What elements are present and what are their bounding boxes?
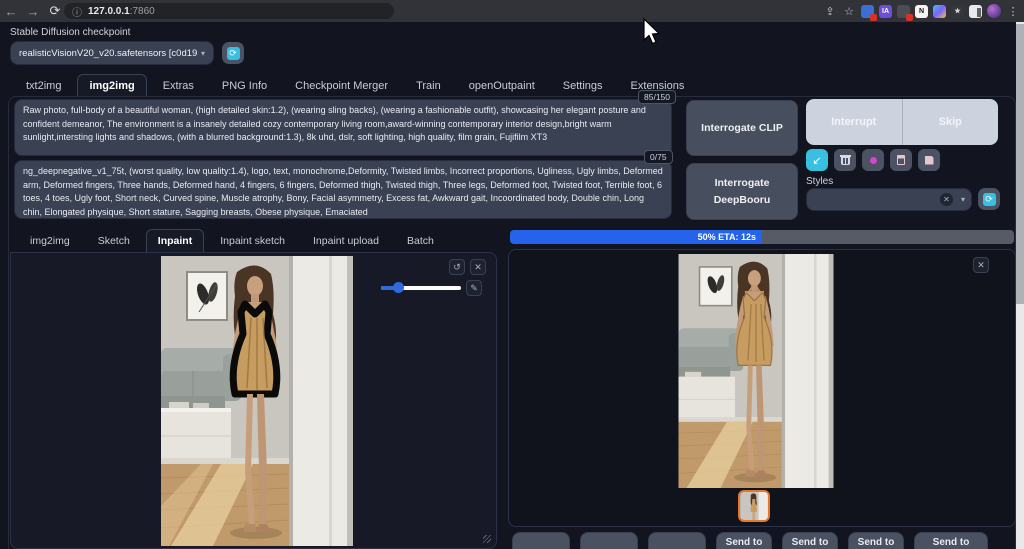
browser-toolbar: ← → ⟳ ⓘ 127.0.0.1 :7860 ⇪ ☆ IA N ★ ⋮	[0, 0, 1024, 22]
interrupt-button[interactable]: Interrupt	[806, 99, 902, 145]
checkpoint-label: Stable Diffusion checkpoint	[10, 27, 130, 38]
subtab-inpaint[interactable]: Inpaint	[146, 229, 204, 252]
tab-settings[interactable]: Settings	[551, 74, 615, 97]
tab-checkpoint-merger[interactable]: Checkpoint Merger	[283, 74, 400, 97]
trash-icon	[841, 155, 850, 165]
profile-avatar[interactable]	[987, 4, 1001, 18]
subtab-sketch[interactable]: Sketch	[86, 229, 142, 252]
generation-control-group: Interrupt Skip	[806, 99, 998, 145]
inpaint-source-image-with-mask[interactable]	[161, 256, 353, 546]
canvas-resize-handle[interactable]	[483, 535, 491, 543]
read-generation-params-button[interactable]: ↙	[806, 149, 828, 171]
checkpoint-value: realisticVisionV20_v20.safetensors [c0d1…	[19, 48, 197, 59]
clear-prompt-button[interactable]	[834, 149, 856, 171]
checkpoint-dropdown[interactable]: realisticVisionV20_v20.safetensors [c0d1…	[10, 41, 214, 65]
reload-icon[interactable]: ⟳	[44, 3, 66, 19]
prompt-token-counter: 85/150	[638, 90, 676, 104]
styles-dropdown[interactable]: ✕ ▾	[806, 188, 972, 211]
tab-img2img[interactable]: img2img	[77, 74, 146, 97]
tab-train[interactable]: Train	[404, 74, 453, 97]
mouse-cursor	[642, 18, 660, 46]
brush-size-control: ✎	[381, 280, 482, 296]
subtab-img2img[interactable]: img2img	[18, 229, 82, 252]
site-info-icon[interactable]: ⓘ	[72, 4, 82, 19]
app-window: ← → ⟳ ⓘ 127.0.0.1 :7860 ⇪ ☆ IA N ★ ⋮ Sta…	[0, 0, 1024, 549]
styles-label: Styles	[806, 176, 833, 187]
bookmark-star-icon[interactable]: ☆	[842, 5, 856, 18]
send-to-extras-button[interactable]: Send to	[848, 532, 904, 549]
interrogate-clip-button[interactable]: Interrogate CLIP	[686, 100, 798, 156]
forward-icon[interactable]: →	[22, 4, 44, 19]
img2img-mode-tabs: img2img Sketch Inpaint Inpaint sketch In…	[18, 229, 446, 252]
extension-icon-diamond[interactable]	[933, 5, 946, 18]
tab-txt2img[interactable]: txt2img	[14, 74, 73, 97]
chevron-down-icon: ▾	[201, 49, 205, 58]
extension-badge	[906, 14, 913, 21]
subtab-inpaint-sketch[interactable]: Inpaint sketch	[208, 229, 297, 252]
url-host: 127.0.0.1	[88, 6, 130, 17]
inpaint-canvas-panel: ↺ ✕ ✎	[10, 252, 497, 549]
tab-png-info[interactable]: PNG Info	[210, 74, 279, 97]
clear-image-icon[interactable]: ✕	[470, 259, 486, 275]
generation-progress-bar: 50% ETA: 12s	[510, 230, 1014, 244]
extra-networks-button[interactable]	[862, 149, 884, 171]
extra-networks-icon	[870, 157, 877, 164]
progress-fill: 50% ETA: 12s	[510, 230, 762, 244]
back-icon[interactable]: ←	[0, 4, 22, 19]
extension-icon-ia[interactable]: IA	[879, 5, 892, 18]
extension-badge	[870, 14, 877, 21]
save-style-button[interactable]	[918, 149, 940, 171]
clear-styles-icon[interactable]: ✕	[940, 193, 953, 206]
send-to-sketch-button[interactable]: Send to	[782, 532, 838, 549]
arrow-down-left-icon: ↙	[812, 154, 821, 167]
tab-openoutpaint[interactable]: openOutpaint	[457, 74, 547, 97]
progress-label: 50% ETA: 12s	[698, 232, 762, 242]
gallery-thumbnail-selected[interactable]	[738, 490, 770, 522]
main-tab-bar: txt2img img2img Extras PNG Info Checkpoi…	[14, 74, 696, 97]
prompt-input[interactable]: Raw photo, full-body of a beautiful woma…	[14, 99, 672, 156]
chevron-down-icon: ▾	[961, 195, 965, 204]
brush-icon[interactable]: ✎	[466, 280, 482, 296]
sidebar-toggle-icon[interactable]	[969, 5, 982, 18]
extension-icon-1[interactable]	[861, 5, 874, 18]
send-to-openoutpaint-button[interactable]: Send to	[914, 532, 988, 549]
slider-handle[interactable]	[393, 282, 404, 293]
undo-icon[interactable]: ↺	[449, 259, 465, 275]
prompt-tools-row: ↙	[806, 149, 940, 171]
thumbnail-image	[740, 492, 768, 522]
refresh-icon: ⟳	[227, 47, 240, 60]
gallery-actions-row: Send to Send to Send to Send to	[512, 532, 988, 549]
apply-style-button[interactable]	[890, 149, 912, 171]
refresh-icon: ⟳	[983, 193, 996, 206]
zip-button[interactable]	[580, 532, 638, 549]
send-to-inpaint-button[interactable]: Send to	[716, 532, 772, 549]
subtab-batch[interactable]: Batch	[395, 229, 446, 252]
browser-menu-icon[interactable]: ⋮	[1006, 5, 1020, 18]
extension-icon-3[interactable]: ★	[951, 5, 964, 18]
send-to-img2img-button[interactable]	[648, 532, 706, 549]
interrogate-deepbooru-button[interactable]: Interrogate DeepBooru	[686, 163, 798, 220]
clipboard-icon	[897, 155, 905, 165]
generated-output-image[interactable]	[673, 254, 839, 488]
close-output-icon[interactable]: ✕	[973, 257, 989, 273]
save-button[interactable]	[512, 532, 570, 549]
address-bar[interactable]: ⓘ 127.0.0.1 :7860	[64, 3, 394, 19]
extension-icon-notion[interactable]: N	[915, 5, 928, 18]
subtab-inpaint-upload[interactable]: Inpaint upload	[301, 229, 391, 252]
negative-prompt-token-counter: 0/75	[644, 150, 673, 164]
scrollbar-thumb[interactable]	[1016, 24, 1024, 304]
page-scrollbar[interactable]	[1016, 22, 1024, 549]
tab-extras[interactable]: Extras	[151, 74, 206, 97]
save-icon	[925, 156, 934, 165]
negative-prompt-input[interactable]: ng_deepnegative_v1_75t, (worst quality, …	[14, 160, 672, 219]
extension-icon-2[interactable]	[897, 5, 910, 18]
url-port: :7860	[130, 6, 155, 17]
output-gallery-panel: ✕	[508, 249, 1016, 527]
brush-size-slider[interactable]	[381, 286, 461, 290]
checkpoint-refresh-button[interactable]: ⟳	[222, 42, 244, 64]
styles-refresh-button[interactable]: ⟳	[978, 188, 1000, 210]
skip-button[interactable]: Skip	[903, 99, 999, 145]
share-icon[interactable]: ⇪	[823, 5, 837, 18]
